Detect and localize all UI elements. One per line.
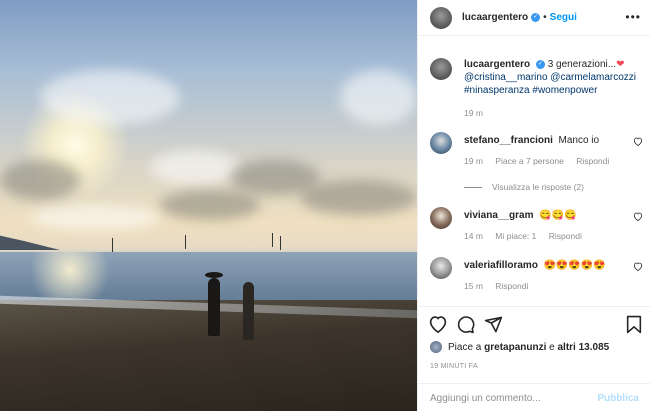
publish-button[interactable]: Pubblica xyxy=(597,393,639,404)
like-icon[interactable] xyxy=(633,137,643,149)
post-sidebar: lucaargentero ✓ • Segui ••• lucaargenter… xyxy=(417,0,650,411)
comment-username[interactable]: stefano__francioni xyxy=(464,135,553,146)
cloud xyxy=(0,160,80,200)
boat xyxy=(280,236,281,250)
cloud xyxy=(150,150,240,185)
post-timestamp[interactable]: 19 MINUTI FA xyxy=(430,363,478,370)
likes-prefix: Piace a xyxy=(448,341,482,353)
comment-text: Manco io xyxy=(558,135,600,146)
heart-emoji: ❤ xyxy=(616,59,625,70)
reply-button[interactable]: Rispondi xyxy=(549,231,582,241)
replies-line xyxy=(464,186,482,188)
likes-summary: Piace a gretapanunzi e altri 13.085 xyxy=(430,341,609,353)
comment-item: valeriafilloramo 😍😍😍😍😍 15 m Rispondi xyxy=(430,257,645,291)
add-comment-bar: Pubblica xyxy=(418,383,650,411)
caption-text: 3 generazioni... xyxy=(547,59,617,70)
comment-text: 😍😍😍😍😍 xyxy=(543,260,606,271)
post-header: lucaargentero ✓ • Segui ••• xyxy=(418,0,650,36)
verified-icon: ✓ xyxy=(531,13,541,22)
hat-silhouette xyxy=(205,272,223,278)
like-icon[interactable] xyxy=(633,212,643,224)
verified-icon: ✓ xyxy=(535,59,545,69)
cloud xyxy=(300,180,417,215)
comment-username[interactable]: valeriafilloramo xyxy=(464,260,538,271)
boat xyxy=(112,238,113,252)
comment-time: 19 m xyxy=(464,156,483,166)
boat xyxy=(185,235,186,249)
caption-hashtags[interactable]: #ninasperanza #womenpower xyxy=(464,85,597,96)
reply-button[interactable]: Rispondi xyxy=(495,281,528,291)
author-username[interactable]: lucaargentero xyxy=(462,12,528,23)
comment-item: stefano__francioni Manco io 19 m Piace a… xyxy=(430,132,645,166)
follow-button[interactable]: Segui xyxy=(550,12,577,23)
comment-icon[interactable] xyxy=(456,315,475,334)
author-avatar[interactable] xyxy=(430,6,452,29)
cloud xyxy=(160,190,260,220)
likes-others[interactable]: altri 13.085 xyxy=(558,342,610,353)
post-actions: Piace a gretapanunzi e altri 13.085 19 M… xyxy=(418,306,650,411)
caption-time: 19 m xyxy=(464,108,483,118)
comment-likes[interactable]: Mi piace: 1 xyxy=(495,231,536,241)
author-avatar[interactable] xyxy=(430,58,452,80)
comment-time: 14 m xyxy=(464,231,483,241)
cloud xyxy=(30,205,160,230)
person-silhouette xyxy=(243,282,254,340)
liker-avatar[interactable] xyxy=(430,341,442,353)
cloud xyxy=(340,70,417,125)
commenter-avatar[interactable] xyxy=(430,207,452,229)
boat xyxy=(272,233,273,247)
commenter-avatar[interactable] xyxy=(430,132,452,154)
comment-username[interactable]: viviana__gram xyxy=(464,210,534,221)
bookmark-icon[interactable] xyxy=(626,315,642,334)
share-icon[interactable] xyxy=(484,315,503,334)
caption-mentions[interactable]: @cristina__marino @carmelamarcozzi xyxy=(464,72,636,83)
action-bar xyxy=(428,315,643,337)
comment-time: 15 m xyxy=(464,281,483,291)
comment-input[interactable] xyxy=(430,392,598,404)
caption: lucaargentero ✓ 3 generazioni...❤ @crist… xyxy=(430,58,640,120)
commenter-avatar[interactable] xyxy=(430,257,452,279)
heart-icon[interactable] xyxy=(428,315,448,333)
likes-middle: e xyxy=(549,341,555,353)
separator-dot: • xyxy=(543,12,547,23)
cloud xyxy=(40,70,180,125)
liker-username[interactable]: gretapanunzi xyxy=(484,342,546,353)
reply-button[interactable]: Rispondi xyxy=(576,156,609,166)
view-replies-button[interactable]: Visualizza le risposte (2) xyxy=(464,182,584,192)
comment-text: 😋😋😋 xyxy=(539,210,577,221)
post-photo[interactable] xyxy=(0,0,417,411)
comments-list: lucaargentero ✓ 3 generazioni...❤ @crist… xyxy=(418,36,650,306)
comment-item: viviana__gram 😋😋😋 14 m Mi piace: 1 Rispo… xyxy=(430,207,645,241)
more-icon[interactable]: ••• xyxy=(625,10,641,24)
person-silhouette xyxy=(208,278,220,336)
view-replies-label[interactable]: Visualizza le risposte (2) xyxy=(492,182,584,192)
island xyxy=(0,235,60,250)
like-icon[interactable] xyxy=(633,262,643,274)
caption-username[interactable]: lucaargentero xyxy=(464,59,530,70)
comment-likes[interactable]: Piace a 7 persone xyxy=(495,156,564,166)
